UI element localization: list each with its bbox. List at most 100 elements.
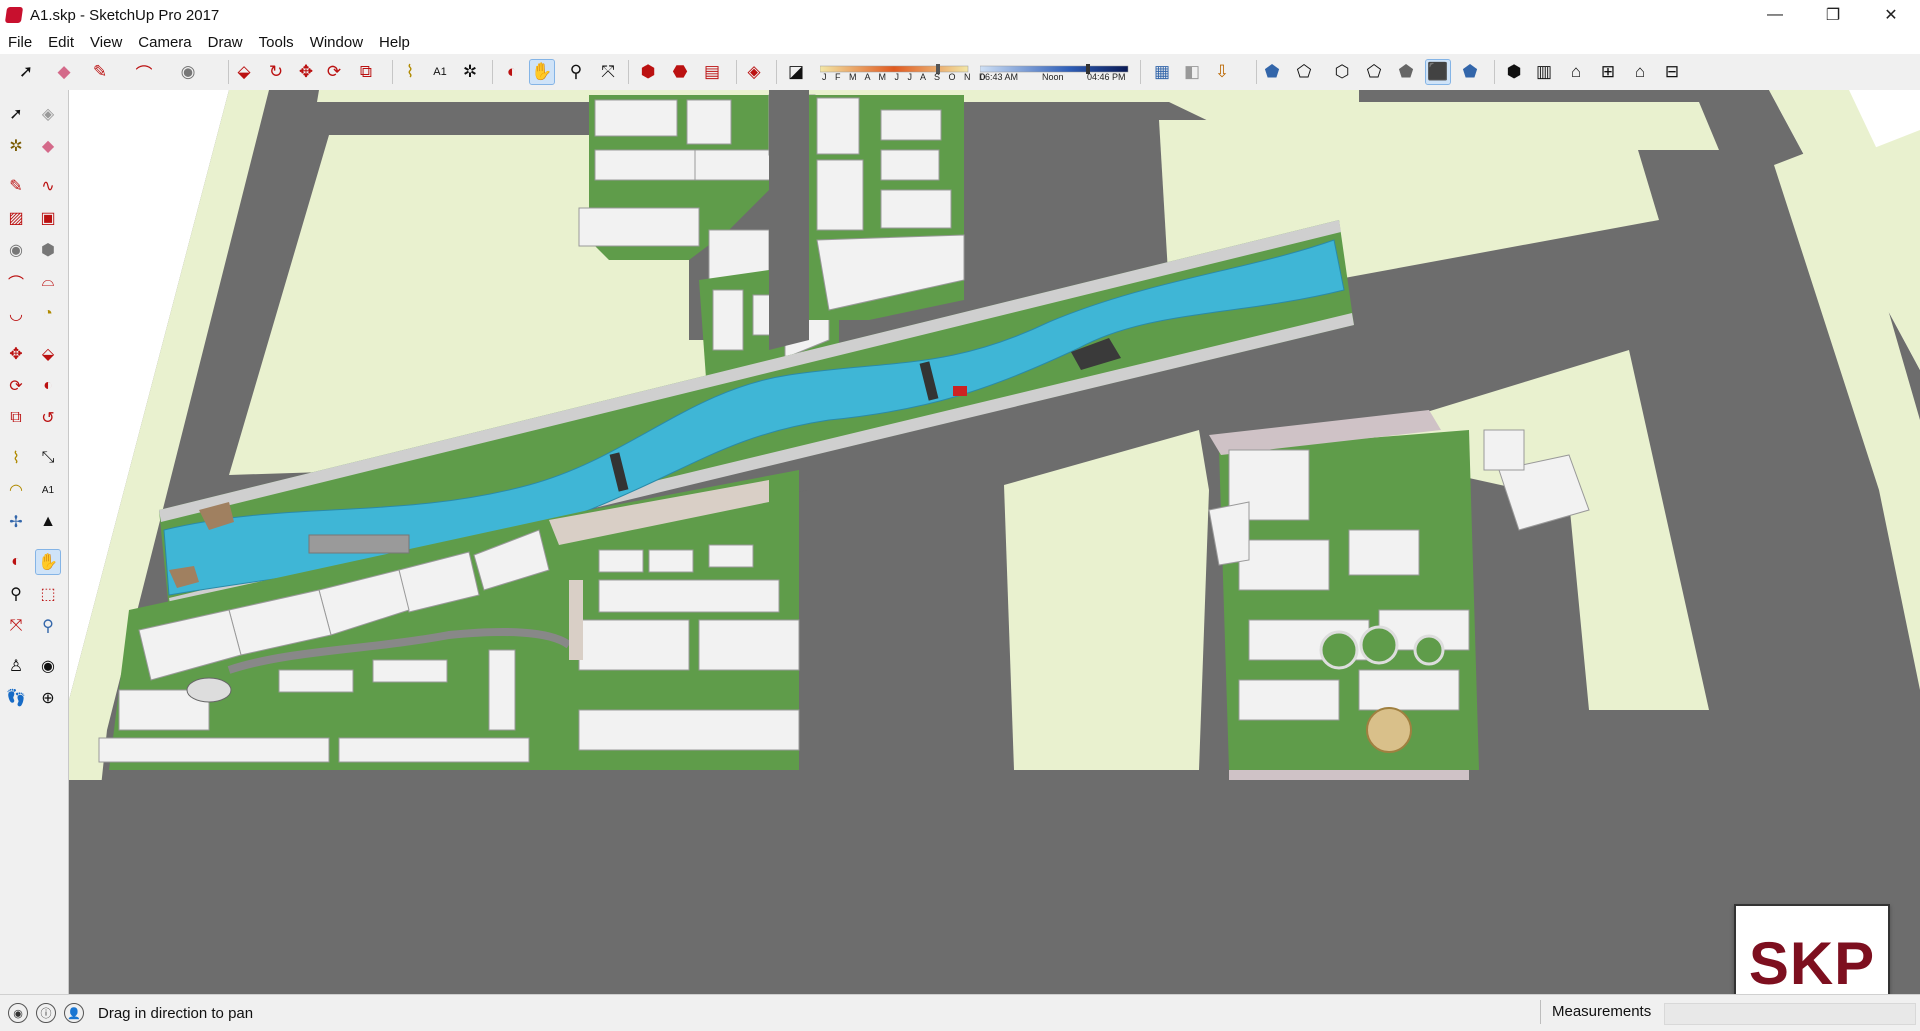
three-point-arc-icon[interactable]: ◡ bbox=[4, 302, 28, 326]
building-block bbox=[1238, 679, 1340, 721]
paint-bucket-icon[interactable]: ✲ bbox=[458, 60, 482, 84]
arc-icon[interactable]: ⌒ bbox=[4, 270, 28, 294]
components-icon[interactable]: ⬢ bbox=[636, 60, 660, 84]
pan-icon[interactable]: ✋ bbox=[35, 549, 61, 575]
eraser-icon[interactable]: ◆ bbox=[36, 134, 60, 158]
orbit-icon[interactable]: ◐ bbox=[500, 60, 524, 84]
tape-measure-icon[interactable]: ⌇ bbox=[4, 446, 28, 470]
shadow-toggle-icon[interactable]: ◪ bbox=[784, 60, 808, 84]
model-viewport[interactable] bbox=[69, 90, 1920, 994]
section-icon[interactable]: ⊞ bbox=[1596, 60, 1620, 84]
zoom-extents-icon[interactable]: ⤧ bbox=[596, 60, 620, 84]
user-account-icon[interactable]: 👤 bbox=[64, 1003, 84, 1023]
walk-icon[interactable]: 👣 bbox=[4, 686, 28, 710]
rotated-rectangle-icon[interactable]: ▣ bbox=[36, 206, 60, 230]
styles-icon[interactable]: ▤ bbox=[700, 60, 724, 84]
menu-view[interactable]: View bbox=[82, 34, 130, 51]
building-block bbox=[1348, 529, 1420, 576]
scale-icon[interactable]: ⧉ bbox=[4, 406, 28, 430]
offset-icon[interactable]: ↺ bbox=[36, 406, 60, 430]
rectangle-icon[interactable]: ▨ bbox=[4, 206, 28, 230]
push-pull-icon[interactable]: ⬙ bbox=[36, 342, 60, 366]
front-view-icon[interactable]: ▦ bbox=[1150, 60, 1174, 84]
close-button[interactable]: ✕ bbox=[1862, 0, 1920, 30]
zoom-window-icon[interactable]: ⬚ bbox=[36, 582, 60, 606]
select-icon[interactable]: ➚ bbox=[4, 102, 28, 126]
select-icon[interactable]: ➚ bbox=[14, 60, 38, 84]
menu-window[interactable]: Window bbox=[302, 34, 371, 51]
text-icon[interactable]: A1 bbox=[36, 478, 60, 502]
orbit-icon[interactable]: ◐ bbox=[4, 550, 28, 574]
rotate-icon[interactable]: ⟳ bbox=[4, 374, 28, 398]
top-view-icon[interactable]: ◧ bbox=[1180, 60, 1204, 84]
look-around-icon[interactable]: ◉ bbox=[36, 654, 60, 678]
move-icon[interactable]: ✥ bbox=[294, 60, 318, 84]
building-block bbox=[712, 289, 744, 351]
axes-icon[interactable]: ✢ bbox=[4, 510, 28, 534]
zoom-icon[interactable]: ⚲ bbox=[564, 60, 588, 84]
dimension-icon[interactable]: ⤡ bbox=[36, 446, 60, 470]
right-view-icon[interactable]: ⇩ bbox=[1210, 60, 1234, 84]
two-point-arc-icon[interactable]: ⌓ bbox=[36, 270, 60, 294]
polygon-icon[interactable]: ⬢ bbox=[36, 238, 60, 262]
rotate-icon[interactable]: ⟳ bbox=[322, 60, 346, 84]
building-block bbox=[1483, 429, 1525, 471]
zoom-extents-icon[interactable]: ⤧ bbox=[4, 614, 28, 638]
menu-help[interactable]: Help bbox=[371, 34, 418, 51]
measurements-input[interactable] bbox=[1664, 1003, 1916, 1025]
tape-measure-icon[interactable]: ⌇ bbox=[398, 60, 422, 84]
shadow-time-end: 04:46 PM bbox=[1087, 72, 1126, 82]
arc-icon[interactable]: ⌒ bbox=[132, 60, 156, 84]
restore-button[interactable]: ❐ bbox=[1804, 0, 1862, 30]
menu-edit[interactable]: Edit bbox=[40, 34, 82, 51]
hidden-line-icon[interactable]: ⬠ bbox=[1362, 60, 1386, 84]
line-icon[interactable]: ✎ bbox=[4, 174, 28, 198]
pie-icon[interactable]: ◔ bbox=[36, 302, 60, 326]
circle-icon[interactable]: ◉ bbox=[176, 60, 200, 84]
follow-me-icon[interactable]: ◐ bbox=[36, 374, 60, 398]
wireframe-icon[interactable]: ⬡ bbox=[1330, 60, 1354, 84]
geo-location-icon[interactable]: ◉ bbox=[8, 1003, 28, 1023]
menu-draw[interactable]: Draw bbox=[200, 34, 251, 51]
previous-view-icon[interactable]: ⚲ bbox=[36, 614, 60, 638]
menu-camera[interactable]: Camera bbox=[130, 34, 199, 51]
monochrome-icon[interactable]: ⬟ bbox=[1458, 60, 1482, 84]
shaded-icon[interactable]: ⬟ bbox=[1394, 60, 1418, 84]
credits-icon[interactable]: ⓘ bbox=[36, 1003, 56, 1023]
building-block bbox=[686, 99, 732, 145]
circle-icon[interactable]: ◉ bbox=[4, 238, 28, 262]
campus-roundabout bbox=[1359, 625, 1399, 665]
building-block bbox=[598, 579, 780, 613]
move-icon[interactable]: ✥ bbox=[4, 342, 28, 366]
extension-icon[interactable]: ▥ bbox=[1532, 60, 1556, 84]
textured-icon[interactable]: ⬛ bbox=[1425, 59, 1451, 85]
building-block bbox=[308, 534, 410, 554]
text-icon[interactable]: A1 bbox=[428, 60, 452, 84]
position-camera-icon[interactable]: ♙ bbox=[4, 654, 28, 678]
plane-icon[interactable]: ⊟ bbox=[1660, 60, 1684, 84]
push-pull-icon[interactable]: ⬙ bbox=[232, 60, 256, 84]
eraser-icon[interactable]: ◆ bbox=[52, 60, 76, 84]
section-plane-icon[interactable]: ⊕ bbox=[36, 686, 60, 710]
menu-tools[interactable]: Tools bbox=[251, 34, 302, 51]
house-icon[interactable]: ⌂ bbox=[1564, 60, 1588, 84]
pan-icon[interactable]: ✋ bbox=[529, 59, 555, 85]
3d-text-icon[interactable]: ▲ bbox=[36, 510, 60, 534]
scale-icon[interactable]: ⧉ bbox=[354, 60, 378, 84]
follow-me-icon[interactable]: ↻ bbox=[264, 60, 288, 84]
ruby-icon[interactable]: ◈ bbox=[742, 60, 766, 84]
minimize-button[interactable]: — bbox=[1746, 0, 1804, 30]
materials-icon[interactable]: ⬣ bbox=[668, 60, 692, 84]
freehand-icon[interactable]: ∿ bbox=[36, 174, 60, 198]
paint-bucket-icon[interactable]: ✲ bbox=[4, 134, 28, 158]
roof-icon[interactable]: ⌂ bbox=[1628, 60, 1652, 84]
component-icon[interactable]: ◈ bbox=[36, 102, 60, 126]
sketchup-logo-icon bbox=[4, 7, 24, 23]
zoom-icon[interactable]: ⚲ bbox=[4, 582, 28, 606]
x-ray-icon[interactable]: ⬟ bbox=[1260, 60, 1284, 84]
pencil-icon[interactable]: ✎ bbox=[88, 60, 112, 84]
warehouse-icon[interactable]: ⬢ bbox=[1502, 60, 1526, 84]
menu-file[interactable]: File bbox=[0, 34, 40, 51]
protractor-icon[interactable]: ◠ bbox=[4, 478, 28, 502]
back-edges-icon[interactable]: ⬠ bbox=[1292, 60, 1316, 84]
